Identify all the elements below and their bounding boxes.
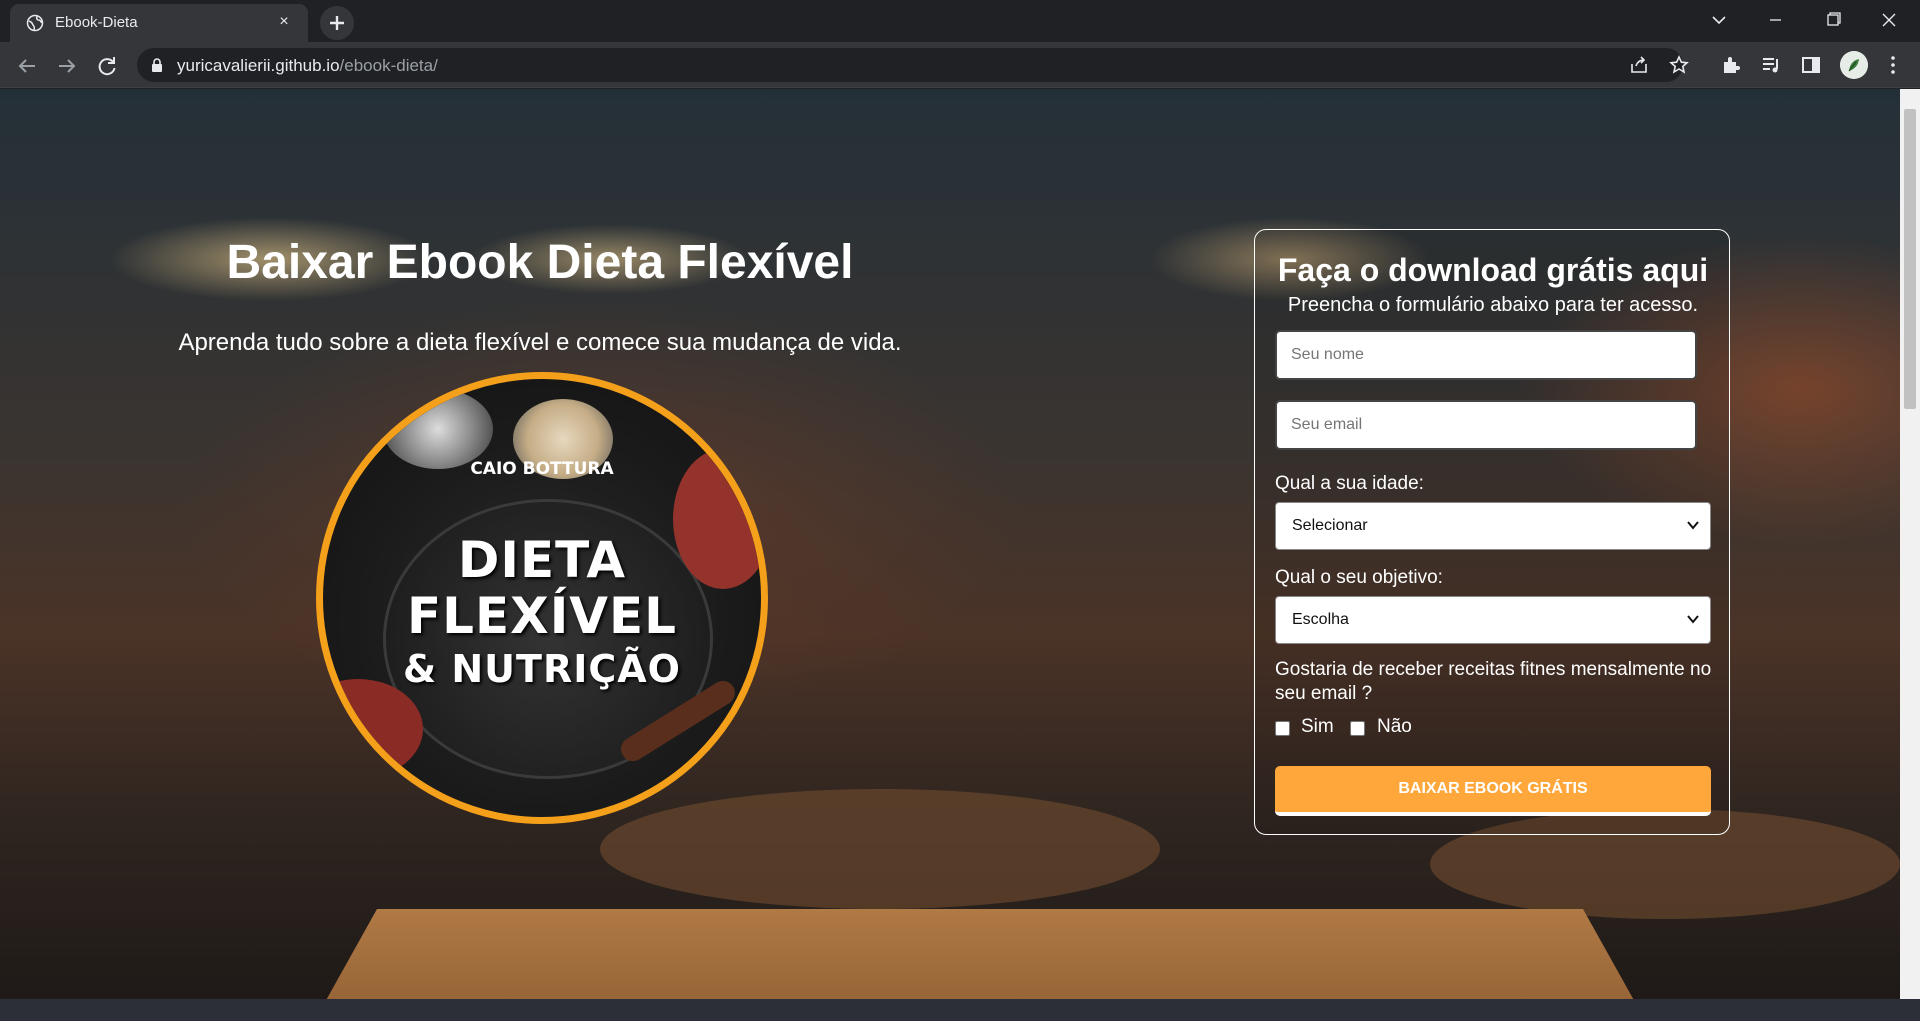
restore-icon[interactable] — [1810, 0, 1856, 42]
minimize-icon[interactable] — [1752, 0, 1798, 42]
cover-bowl — [383, 389, 493, 469]
tab-ebook-dieta[interactable]: Ebook-Dieta × — [10, 4, 308, 42]
url-text[interactable]: yuricavalierii.github.io/ebook-dieta/ — [177, 56, 438, 76]
form-subtitle: Preencha o formulário abaixo para ter ac… — [1287, 294, 1699, 316]
background-tabletop — [310, 909, 1650, 999]
name-input[interactable]: Seu nome — [1275, 330, 1697, 380]
new-tab-button[interactable] — [320, 6, 354, 40]
hero-title: Baixar Ebook Dieta Flexível — [226, 236, 854, 289]
checkbox-sim-label[interactable]: Sim — [1301, 716, 1334, 738]
chevron-down-icon — [1687, 521, 1699, 530]
checkbox-nao-label[interactable]: Não — [1377, 716, 1412, 738]
checkbox-sim[interactable] — [1275, 721, 1290, 736]
cover-title-line: & NUTRIÇÃO — [403, 647, 681, 691]
goal-select[interactable]: Escolha — [1275, 596, 1711, 644]
forward-arrow-icon[interactable] — [50, 49, 84, 83]
page-viewport: Baixar Ebook Dieta Flexível Aprenda tudo… — [0, 89, 1900, 999]
url-host: yuricavalierii.github.io — [177, 56, 340, 75]
profile-avatar[interactable] — [1840, 51, 1868, 79]
goal-select-value: Escolha — [1292, 611, 1349, 628]
page-scrollbar[interactable] — [1900, 89, 1920, 999]
bookmark-star-icon[interactable] — [1668, 54, 1690, 76]
scrollbar-thumb[interactable] — [1904, 109, 1916, 409]
address-bar[interactable]: yuricavalierii.github.io/ebook-dieta/ — [137, 48, 1689, 82]
globe-icon — [26, 14, 44, 32]
url-path: /ebook-dieta/ — [339, 56, 438, 75]
avatar-leaf-icon — [1840, 51, 1868, 79]
back-arrow-icon[interactable] — [10, 49, 44, 83]
tab-title: Ebook-Dieta — [55, 14, 138, 31]
chevron-down-icon — [1687, 615, 1699, 624]
tab-close-icon[interactable]: × — [274, 12, 294, 32]
cover-title-line: FLEXÍVEL — [406, 587, 678, 645]
email-input[interactable]: Seu email — [1275, 400, 1697, 450]
download-button[interactable]: BAIXAR EBOOK GRÁTIS — [1275, 766, 1711, 816]
page-bottom-strip — [0, 999, 1920, 1021]
cover-author: CAIO BOTTURA — [470, 459, 614, 479]
kebab-menu-icon[interactable] — [1882, 54, 1904, 76]
reload-icon[interactable] — [90, 49, 124, 83]
form-title: Faça o download grátis aqui — [1277, 252, 1709, 288]
tab-strip: Ebook-Dieta × — [0, 0, 1920, 42]
close-window-icon[interactable] — [1866, 0, 1912, 42]
share-icon[interactable] — [1628, 54, 1650, 76]
name-placeholder: Seu nome — [1291, 346, 1364, 363]
goal-label: Qual o seu objetivo: — [1275, 567, 1443, 588]
download-button-label: BAIXAR EBOOK GRÁTIS — [1398, 780, 1588, 797]
cover-title-line: DIETA — [457, 531, 627, 589]
age-label: Qual a sua idade: — [1275, 473, 1424, 494]
age-select[interactable]: Selecionar — [1275, 502, 1711, 550]
media-control-icon[interactable] — [1760, 54, 1782, 76]
age-select-value: Selecionar — [1292, 517, 1368, 534]
side-panel-icon[interactable] — [1800, 54, 1822, 76]
background-table — [600, 789, 1160, 909]
ebook-cover-image: CAIO BOTTURA DIETA FLEXÍVEL & NUTRIÇÃO — [316, 372, 768, 824]
checkbox-nao[interactable] — [1350, 721, 1365, 736]
plus-icon — [330, 16, 344, 30]
download-form: Faça o download grátis aqui Preencha o f… — [1254, 229, 1730, 835]
hero-subtitle: Aprenda tudo sobre a dieta flexível e co… — [178, 329, 902, 356]
extensions-puzzle-icon[interactable] — [1720, 54, 1742, 76]
browser-toolbar: yuricavalierii.github.io/ebook-dieta/ — [0, 42, 1920, 88]
lock-icon[interactable] — [149, 57, 165, 73]
newsletter-question: Gostaria de receber receitas fitnes mens… — [1275, 659, 1712, 704]
email-placeholder: Seu email — [1291, 416, 1363, 433]
tab-search-icon[interactable] — [1696, 0, 1742, 42]
